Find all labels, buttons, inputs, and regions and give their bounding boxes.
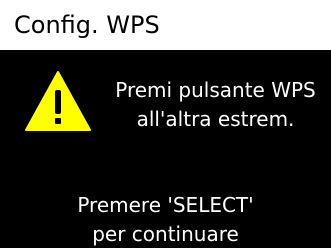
message-line-1: Premi pulsante WPS — [115, 78, 316, 102]
device-screen: Config. WPS Premi pulsante WPS all'altra… — [0, 0, 331, 248]
message-line-2: all'altra estrem. — [136, 107, 295, 131]
page-title: Config. WPS — [14, 11, 160, 39]
prompt-line-2: per continuare — [92, 222, 239, 246]
warning-icon — [24, 70, 92, 132]
select-prompt: Premere 'SELECT' per continuare — [0, 191, 331, 248]
title-bar: Config. WPS — [0, 0, 331, 50]
prompt-line-1: Premere 'SELECT' — [77, 193, 254, 217]
wps-instruction-message: Premi pulsante WPS all'altra estrem. — [100, 76, 331, 134]
